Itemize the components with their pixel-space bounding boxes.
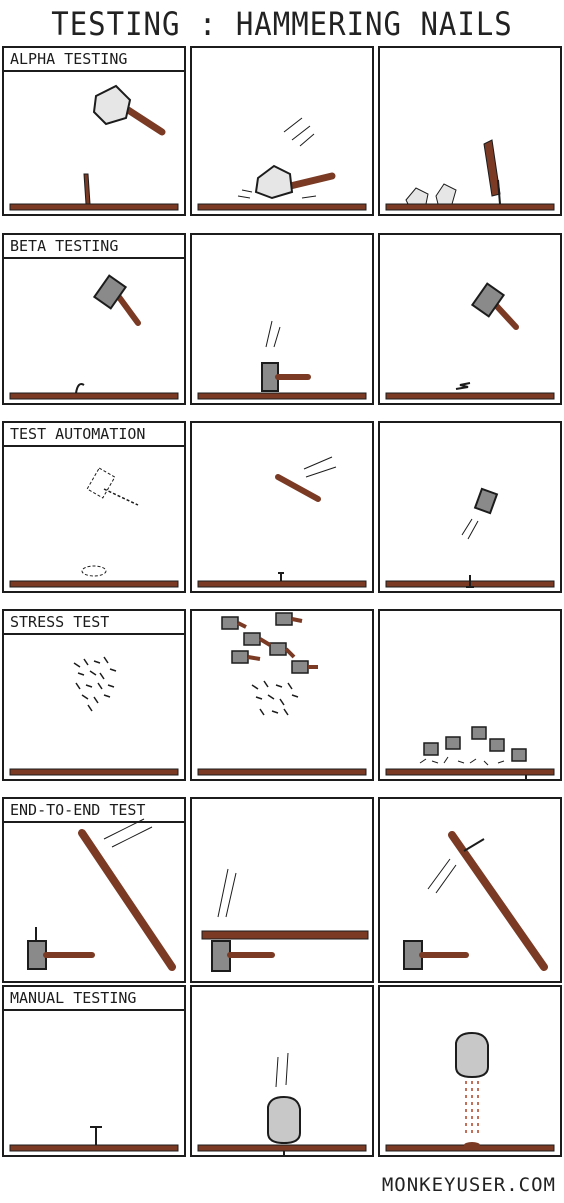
- panel-automation-2: [190, 421, 374, 593]
- alpha-stone-axe-broken: [385, 139, 555, 211]
- panel-automation-3: [378, 421, 562, 593]
- panel-alpha-1: ALPHA TESTING: [2, 46, 186, 216]
- panel-automation-1: TEST AUTOMATION: [2, 421, 186, 593]
- beta-hammer-impact: [197, 320, 367, 400]
- alpha-stone-axe-impact: [197, 117, 367, 211]
- e2e-plank-horizontal: [201, 868, 369, 972]
- panel-beta-1: BETA TESTING: [2, 233, 186, 405]
- site-credit: MONKEYUSER.COM: [381, 1174, 556, 1196]
- stress-hammers-and-nails: [197, 612, 367, 776]
- stress-pile: [385, 726, 555, 779]
- e2e-plank-rebound: [403, 831, 548, 971]
- stress-nail-swarm: [9, 656, 179, 776]
- panel-alpha-3: [378, 46, 562, 216]
- panel-stress-3: [378, 609, 562, 781]
- comic-title: TESTING : HAMMERING NAILS: [51, 5, 513, 43]
- panel-manual-3: [378, 985, 562, 1157]
- beta-hammer-bent-nail: [385, 282, 555, 400]
- panel-beta-2: [190, 233, 374, 405]
- panel-stress-1: STRESS TEST: [2, 609, 186, 781]
- manual-fist-punch: [197, 1052, 367, 1155]
- panel-e2e-2: [190, 797, 374, 983]
- panel-e2e-3: [378, 797, 562, 983]
- panel-e2e-1: END-TO-END TEST: [2, 797, 186, 983]
- panel-beta-3: [378, 233, 562, 405]
- panel-stress-2: [190, 609, 374, 781]
- manual-nail-waiting: [9, 1126, 179, 1152]
- panel-manual-2: [190, 985, 374, 1157]
- panel-alpha-2: [190, 46, 374, 216]
- alpha-stone-axe-raised: [9, 84, 179, 211]
- panel-manual-1: MANUAL TESTING: [2, 985, 186, 1157]
- automation-falling-head: [385, 487, 555, 588]
- e2e-plank-falling: [27, 818, 176, 971]
- automation-stick: [197, 456, 367, 588]
- beta-hammer-raised: [9, 274, 179, 400]
- manual-fist-hurt: [385, 1031, 555, 1152]
- automation-phantom-hammer: [9, 467, 179, 588]
